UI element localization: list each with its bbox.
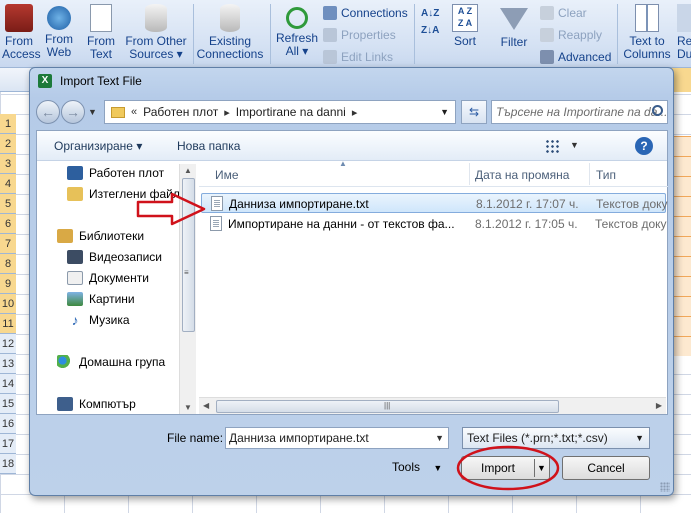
red-arrow-annotation xyxy=(136,192,206,226)
annotation-overlay xyxy=(136,192,560,491)
red-circle-annotation xyxy=(456,445,560,491)
